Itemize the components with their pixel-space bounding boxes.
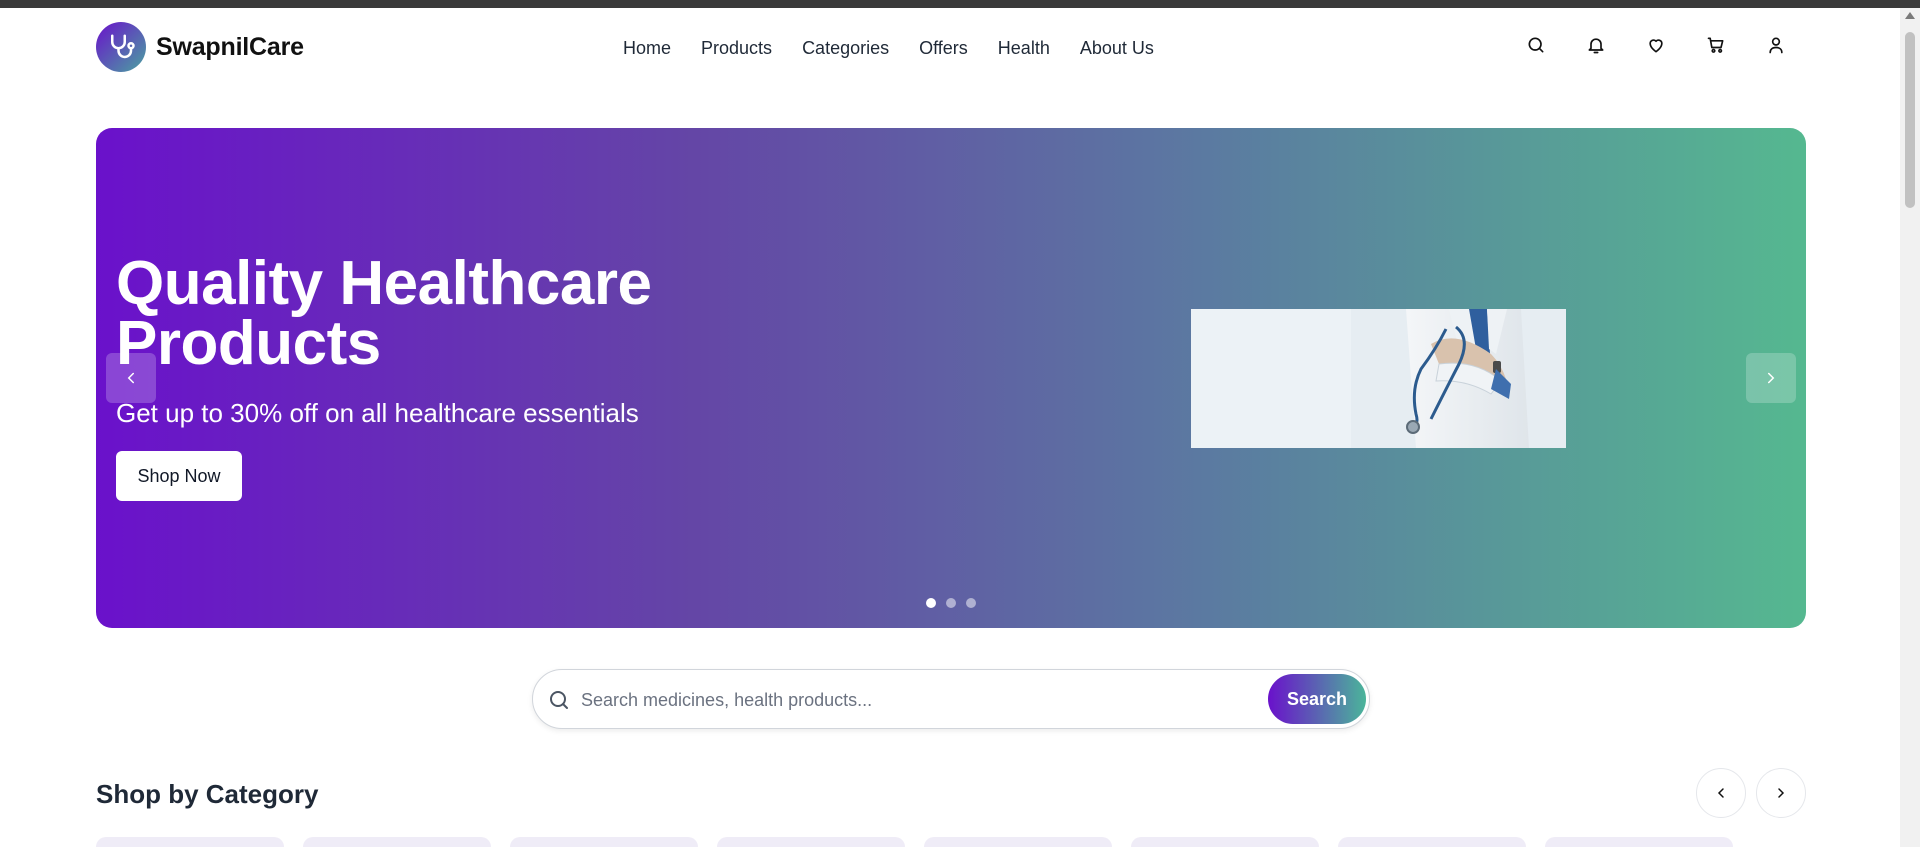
doctor-with-stethoscope-image: [1191, 309, 1566, 448]
cart-icon[interactable]: [1705, 34, 1727, 56]
category-card[interactable]: [303, 837, 491, 847]
carousel-dot-3[interactable]: [966, 598, 976, 608]
header-actions: [1525, 34, 1787, 56]
nav-offers[interactable]: Offers: [919, 38, 968, 59]
nav-products[interactable]: Products: [701, 38, 772, 59]
section-title-shop-by-category: Shop by Category: [96, 779, 319, 809]
browser-top-bar: [0, 0, 1920, 8]
nav-categories[interactable]: Categories: [802, 38, 889, 59]
bell-icon[interactable]: [1585, 34, 1607, 56]
category-prev-button[interactable]: [1696, 768, 1746, 818]
chevron-right-icon: [1778, 788, 1785, 798]
category-card[interactable]: [510, 837, 698, 847]
site-header: SwapnilCare Home Products Categories Off…: [0, 8, 1900, 88]
shop-now-button[interactable]: Shop Now: [116, 451, 242, 501]
product-search-bar: Search: [532, 669, 1370, 729]
main-nav: Home Products Categories Offers Health A…: [623, 38, 1154, 59]
hero-carousel: Quality Healthcare Products Get up to 30…: [96, 128, 1806, 628]
search-icon[interactable]: [1525, 34, 1547, 56]
page-scrollbar[interactable]: [1900, 8, 1920, 847]
heart-icon[interactable]: [1645, 34, 1667, 56]
search-input[interactable]: [581, 682, 1281, 718]
category-card[interactable]: [1545, 837, 1733, 847]
brand-name: SwapnilCare: [156, 32, 304, 61]
category-card[interactable]: [1338, 837, 1526, 847]
search-button[interactable]: Search: [1268, 674, 1366, 724]
category-card-list: [96, 837, 1733, 847]
user-icon[interactable]: [1765, 34, 1787, 56]
nav-health[interactable]: Health: [998, 38, 1050, 59]
carousel-dot-2[interactable]: [946, 598, 956, 608]
carousel-next-button[interactable]: [1746, 353, 1796, 403]
nav-about-us[interactable]: About Us: [1080, 38, 1154, 59]
brand-logo[interactable]: SwapnilCare: [96, 22, 304, 72]
search-icon: [550, 691, 568, 709]
chevron-left-icon: [1717, 788, 1724, 798]
hero-title-line-1: Quality Healthcare: [116, 249, 652, 318]
hero-title-line-2: Products: [116, 309, 381, 378]
hero-subtitle: Get up to 30% off on all healthcare esse…: [116, 398, 639, 428]
nav-home[interactable]: Home: [623, 38, 671, 59]
category-card[interactable]: [924, 837, 1112, 847]
stethoscope-icon: [96, 22, 146, 72]
category-card[interactable]: [1131, 837, 1319, 847]
category-card[interactable]: [96, 837, 284, 847]
carousel-prev-button[interactable]: [106, 353, 156, 403]
hero-title: Quality Healthcare Products: [116, 249, 816, 378]
scrollbar-thumb[interactable]: [1905, 32, 1915, 208]
chevron-right-icon: [1768, 372, 1775, 384]
carousel-indicators: [926, 598, 976, 608]
category-next-button[interactable]: [1756, 768, 1806, 818]
scroll-up-arrow-icon[interactable]: [1905, 12, 1915, 19]
chevron-left-icon: [127, 372, 134, 384]
carousel-dot-1[interactable]: [926, 598, 936, 608]
category-card[interactable]: [717, 837, 905, 847]
